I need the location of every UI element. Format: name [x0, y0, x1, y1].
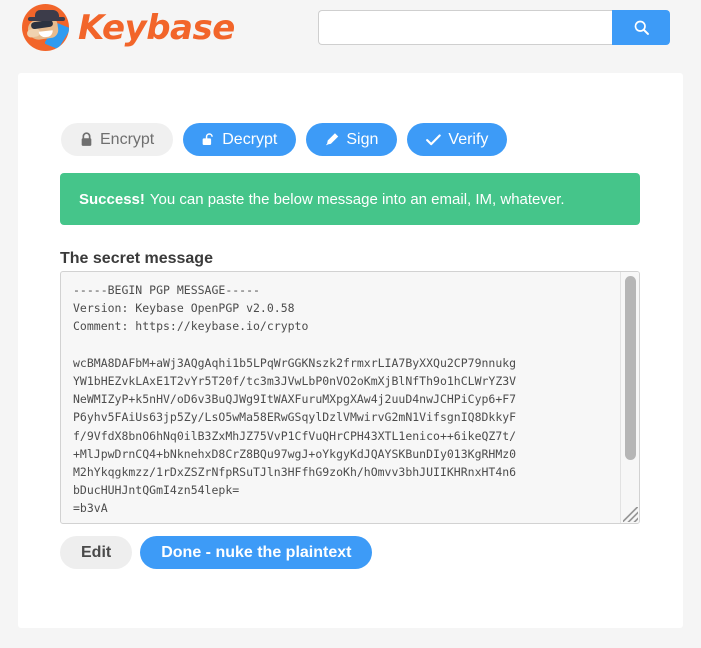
tab-verify[interactable]: Verify: [407, 123, 508, 156]
mode-tabs: Encrypt Decrypt Sign Verify: [61, 123, 508, 156]
search-bar: [318, 10, 670, 45]
search-button[interactable]: [612, 10, 670, 45]
done-nuke-plaintext-button[interactable]: Done - nuke the plaintext: [140, 536, 373, 569]
search-input[interactable]: [318, 10, 612, 45]
edit-button[interactable]: Edit: [60, 536, 133, 569]
tab-decrypt[interactable]: Decrypt: [183, 123, 297, 156]
secret-message-label: The secret message: [60, 250, 213, 267]
tab-encrypt-label: Encrypt: [100, 130, 155, 148]
action-buttons: Edit Done - nuke the plaintext: [60, 536, 373, 569]
pencil-icon: [326, 133, 339, 146]
success-alert: Success! You can paste the below message…: [60, 173, 640, 225]
check-icon: [426, 133, 442, 145]
tab-sign-label: Sign: [346, 130, 379, 148]
scrollbar-thumb[interactable]: [625, 276, 636, 460]
tab-sign[interactable]: Sign: [306, 123, 398, 156]
page-header: Keybase: [0, 0, 701, 73]
tab-verify-label: Verify: [448, 130, 489, 148]
search-icon: [634, 20, 649, 35]
tab-decrypt-label: Decrypt: [222, 130, 278, 148]
resize-grip-icon[interactable]: [623, 507, 638, 522]
content-card: Encrypt Decrypt Sign Verify Success! You…: [18, 73, 683, 628]
brand-logo[interactable]: Keybase: [22, 4, 235, 51]
lock-closed-icon: [81, 132, 92, 146]
lock-open-icon: [202, 133, 214, 146]
vertical-scrollbar[interactable]: [620, 272, 639, 523]
alert-text: You can paste the below message into an …: [149, 190, 565, 208]
alert-strong-text: Success!: [79, 190, 145, 208]
secret-message-box[interactable]: -----BEGIN PGP MESSAGE----- Version: Key…: [60, 271, 640, 524]
keybase-mascot-icon: [22, 4, 69, 51]
secret-message-text[interactable]: -----BEGIN PGP MESSAGE----- Version: Key…: [61, 272, 621, 523]
tab-encrypt[interactable]: Encrypt: [61, 123, 174, 156]
brand-name: Keybase: [78, 7, 235, 48]
